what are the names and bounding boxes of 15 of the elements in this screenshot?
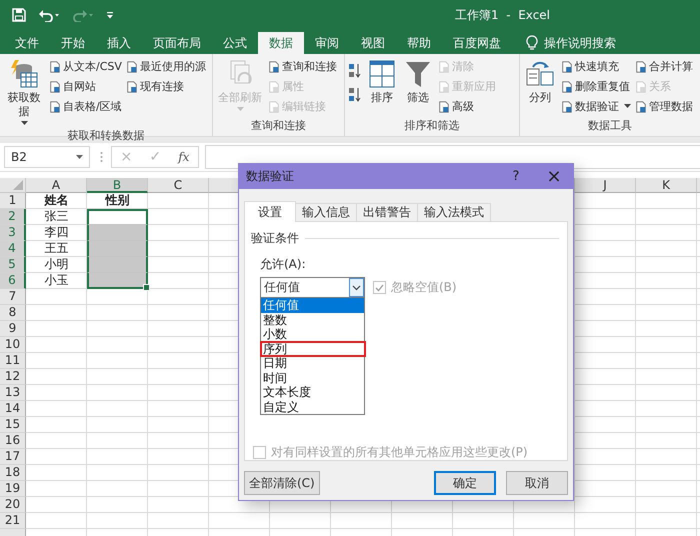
group-label: 数据工具 — [587, 118, 633, 134]
group-label: 获取和转换数据 — [66, 128, 146, 144]
table-cell-text: 王五 — [44, 241, 70, 257]
dialog-title: 数据验证 — [246, 168, 294, 185]
table-cell-text: 李四 — [44, 225, 70, 241]
table-cell-text: 姓名 — [43, 193, 70, 209]
table-cell-text: 张三 — [44, 209, 70, 225]
table-cell-text: 小明 — [44, 257, 70, 273]
table-cell-text: 小玉 — [44, 273, 70, 289]
group-label: 查询和连接 — [250, 118, 307, 134]
field-label: 允许(A): — [260, 256, 306, 273]
group-label: 排序和筛选 — [404, 118, 460, 134]
window-title: 工作簿1 - Excel — [455, 6, 550, 24]
section-title: 验证条件 — [251, 230, 299, 247]
table-cell-text: 性别 — [104, 193, 130, 209]
